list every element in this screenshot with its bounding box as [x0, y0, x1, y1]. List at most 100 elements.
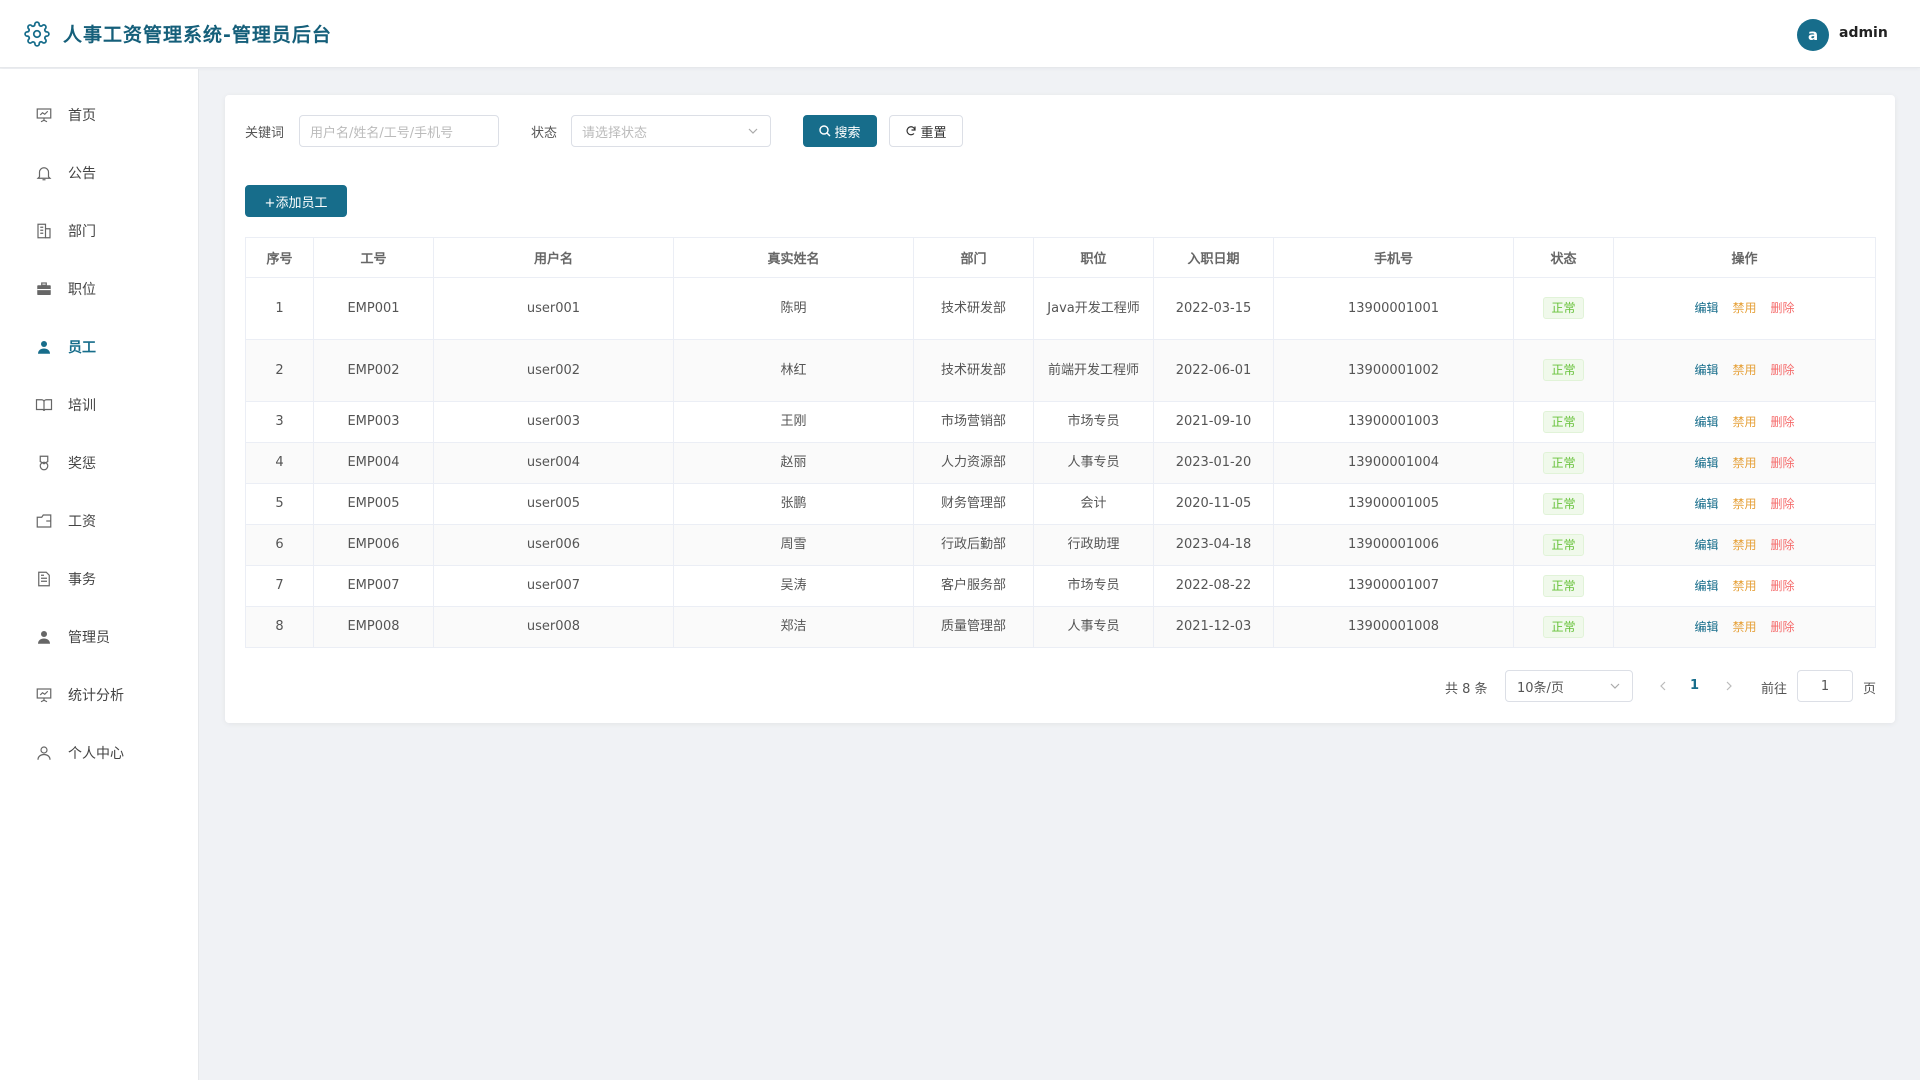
book-icon: [35, 399, 53, 412]
edit-button[interactable]: 编辑: [1694, 301, 1718, 315]
hire-date-cell: 2023-01-20: [1153, 442, 1274, 484]
edit-button[interactable]: 编辑: [1694, 415, 1718, 429]
page-suffix-label: 页: [1863, 682, 1877, 697]
username-cell: user002: [433, 339, 674, 402]
delete-button[interactable]: 删除: [1771, 497, 1795, 511]
chevron-left-icon[interactable]: [1658, 681, 1668, 691]
sidebar-item-label: 事务: [68, 572, 96, 588]
delete-button[interactable]: 删除: [1771, 456, 1795, 470]
sidebar-item-profile[interactable]: 个人中心: [0, 731, 199, 775]
hire-date-cell: 2022-08-22: [1153, 565, 1274, 607]
status-badge: 正常: [1543, 451, 1584, 474]
hire-date-cell: 2021-09-10: [1153, 401, 1274, 443]
department-cell: 市场营销部: [913, 401, 1034, 443]
sidebar-item-label: 员工: [68, 340, 96, 356]
sidebar-item-affairs[interactable]: 事务: [0, 557, 199, 601]
department-cell: 质量管理部: [913, 606, 1034, 648]
search-button[interactable]: 搜索: [803, 115, 877, 147]
refresh-icon: [906, 126, 917, 136]
briefcase-icon: [37, 282, 51, 295]
username-label[interactable]: admin: [1839, 25, 1888, 41]
edit-button[interactable]: 编辑: [1694, 579, 1718, 593]
sidebar-item-department[interactable]: 部门: [0, 209, 199, 253]
sidebar-item-label: 部门: [68, 224, 96, 240]
edit-button[interactable]: 编辑: [1694, 620, 1718, 634]
status-badge: 正常: [1543, 615, 1584, 638]
employee-id: EMP002: [313, 339, 434, 402]
reset-button[interactable]: 重置: [889, 115, 963, 147]
real-name-cell: 吴涛: [673, 565, 914, 607]
delete-button[interactable]: 删除: [1771, 415, 1795, 429]
phone-cell: 13900001003: [1273, 401, 1514, 443]
sidebar-item-announcement[interactable]: 公告: [0, 151, 199, 195]
column-header: 入职日期: [1153, 237, 1274, 278]
actions-cell: 编辑 禁用 删除: [1613, 277, 1876, 340]
position-cell: 会计: [1033, 483, 1154, 525]
status-cell: 正常: [1513, 401, 1614, 443]
department-cell: 行政后勤部: [913, 524, 1034, 566]
sidebar-item-employee[interactable]: 员工: [0, 325, 199, 369]
disable-button[interactable]: 禁用: [1732, 415, 1756, 429]
sidebar-item-salary[interactable]: 工资: [0, 499, 199, 543]
building-icon: [37, 223, 51, 239]
page-size-select[interactable]: 10条/页: [1505, 670, 1633, 702]
edit-button[interactable]: 编辑: [1694, 456, 1718, 470]
disable-button[interactable]: 禁用: [1732, 497, 1756, 511]
delete-button[interactable]: 删除: [1771, 301, 1795, 315]
table-row: 5 EMP005 user005 张鹏 财务管理部 会计 2020-11-05 1390000…: [245, 483, 1876, 525]
disable-button[interactable]: 禁用: [1732, 456, 1756, 470]
status-cell: 正常: [1513, 442, 1614, 484]
wallet-icon: [36, 514, 52, 528]
hire-date-cell: 2022-06-01: [1153, 339, 1274, 402]
goto-label: 前往: [1761, 682, 1788, 697]
page-number-current[interactable]: 1: [1690, 678, 1699, 693]
column-header: 手机号: [1273, 237, 1514, 278]
keyword-input[interactable]: 用户名/姓名/工号/手机号: [299, 115, 499, 147]
sidebar-item-admin[interactable]: 管理员: [0, 615, 199, 659]
disable-button[interactable]: 禁用: [1732, 538, 1756, 552]
sidebar-item-training[interactable]: 培训: [0, 383, 199, 427]
delete-button[interactable]: 删除: [1771, 620, 1795, 634]
status-badge: 正常: [1543, 533, 1584, 556]
table-row: 2 EMP002 user002 林红 技术研发部 前端开发工程师 2022-06-01 13…: [245, 339, 1876, 402]
disable-button[interactable]: 禁用: [1732, 363, 1756, 377]
sidebar-item-statistics[interactable]: 统计分析: [0, 673, 199, 717]
delete-button[interactable]: 删除: [1771, 538, 1795, 552]
column-header: 用户名: [433, 237, 674, 278]
add-employee-button[interactable]: +添加员工: [245, 185, 347, 217]
column-header: 操作: [1613, 237, 1876, 278]
sidebar-item-reward[interactable]: 奖惩: [0, 441, 199, 485]
gear-icon: [24, 21, 50, 47]
position-cell: 前端开发工程师: [1033, 339, 1154, 402]
position-cell: 市场专员: [1033, 565, 1154, 607]
delete-button[interactable]: 删除: [1771, 363, 1795, 377]
department-cell: 技术研发部: [913, 277, 1034, 340]
employee-panel: 关键词 用户名/姓名/工号/手机号 状态 请选择状态 搜索 重置 +添加员工 序…: [225, 95, 1895, 723]
delete-button[interactable]: 删除: [1771, 579, 1795, 593]
sidebar-item-home[interactable]: 首页: [0, 93, 199, 137]
chevron-right-icon[interactable]: [1724, 681, 1734, 691]
phone-cell: 13900001002: [1273, 339, 1514, 402]
username-cell: user005: [433, 483, 674, 525]
status-badge: 正常: [1543, 297, 1584, 319]
bell-icon: [36, 167, 52, 181]
user-icon: [38, 341, 50, 354]
disable-button[interactable]: 禁用: [1732, 620, 1756, 634]
goto-page-input[interactable]: 1: [1797, 670, 1853, 702]
status-label: 状态: [531, 126, 558, 141]
row-index: 2: [245, 339, 314, 402]
edit-button[interactable]: 编辑: [1694, 497, 1718, 511]
disable-button[interactable]: 禁用: [1732, 579, 1756, 593]
avatar[interactable]: a: [1797, 19, 1829, 51]
disable-button[interactable]: 禁用: [1732, 301, 1756, 315]
column-header: 序号: [245, 237, 314, 278]
edit-button[interactable]: 编辑: [1694, 363, 1718, 377]
sidebar-item-position[interactable]: 职位: [0, 267, 199, 311]
medal-icon: [39, 455, 49, 471]
edit-button[interactable]: 编辑: [1694, 538, 1718, 552]
status-select[interactable]: 请选择状态: [571, 115, 771, 147]
phone-cell: 13900001006: [1273, 524, 1514, 566]
table-row: 6 EMP006 user006 周雪 行政后勤部 行政助理 2023-04-18 13900…: [245, 524, 1876, 566]
real-name-cell: 林红: [673, 339, 914, 402]
chevron-down-icon: [748, 128, 758, 134]
